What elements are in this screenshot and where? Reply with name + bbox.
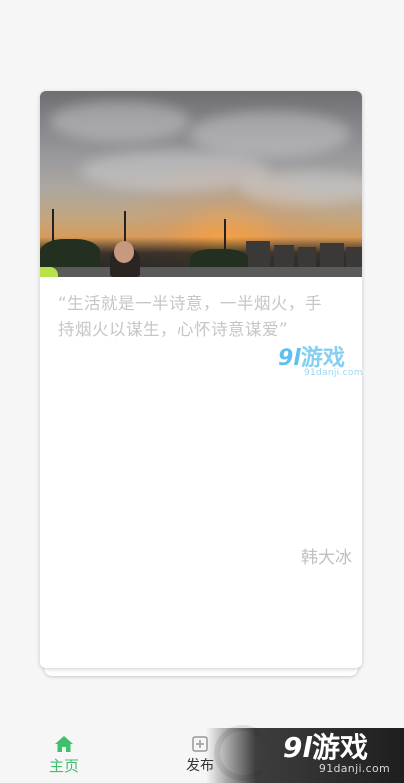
home-icon <box>55 736 73 752</box>
watermark-number: 9l <box>278 346 301 371</box>
quote-text: “生活就是一半诗意，一半烟火，手持烟火以谋生，心怀诗意谋爱” <box>58 294 323 339</box>
quote-card[interactable]: “生活就是一半诗意，一半烟火，手持烟火以谋生，心怀诗意谋爱” 韩大冰 <box>40 91 362 668</box>
watermark-bottom-number: 9l <box>282 731 312 764</box>
watermark-logo: 9l游戏 91danji.com <box>278 340 363 378</box>
watermark-logo-bottom: 9l游戏 91danji.com <box>283 726 390 775</box>
watermark-bottom-text: 游戏 <box>311 731 368 764</box>
nav-home[interactable]: 主页 <box>34 735 94 776</box>
bottom-navigation: 主页 发布 9l游戏 91danji.com <box>0 725 404 783</box>
sunset-photo <box>40 91 362 277</box>
watermark-bottom-domain: 91danji.com <box>318 762 390 775</box>
watermark-domain: 91danji.com <box>304 368 363 378</box>
quote-author: 韩大冰 <box>301 548 352 568</box>
nav-home-label: 主页 <box>48 757 79 775</box>
